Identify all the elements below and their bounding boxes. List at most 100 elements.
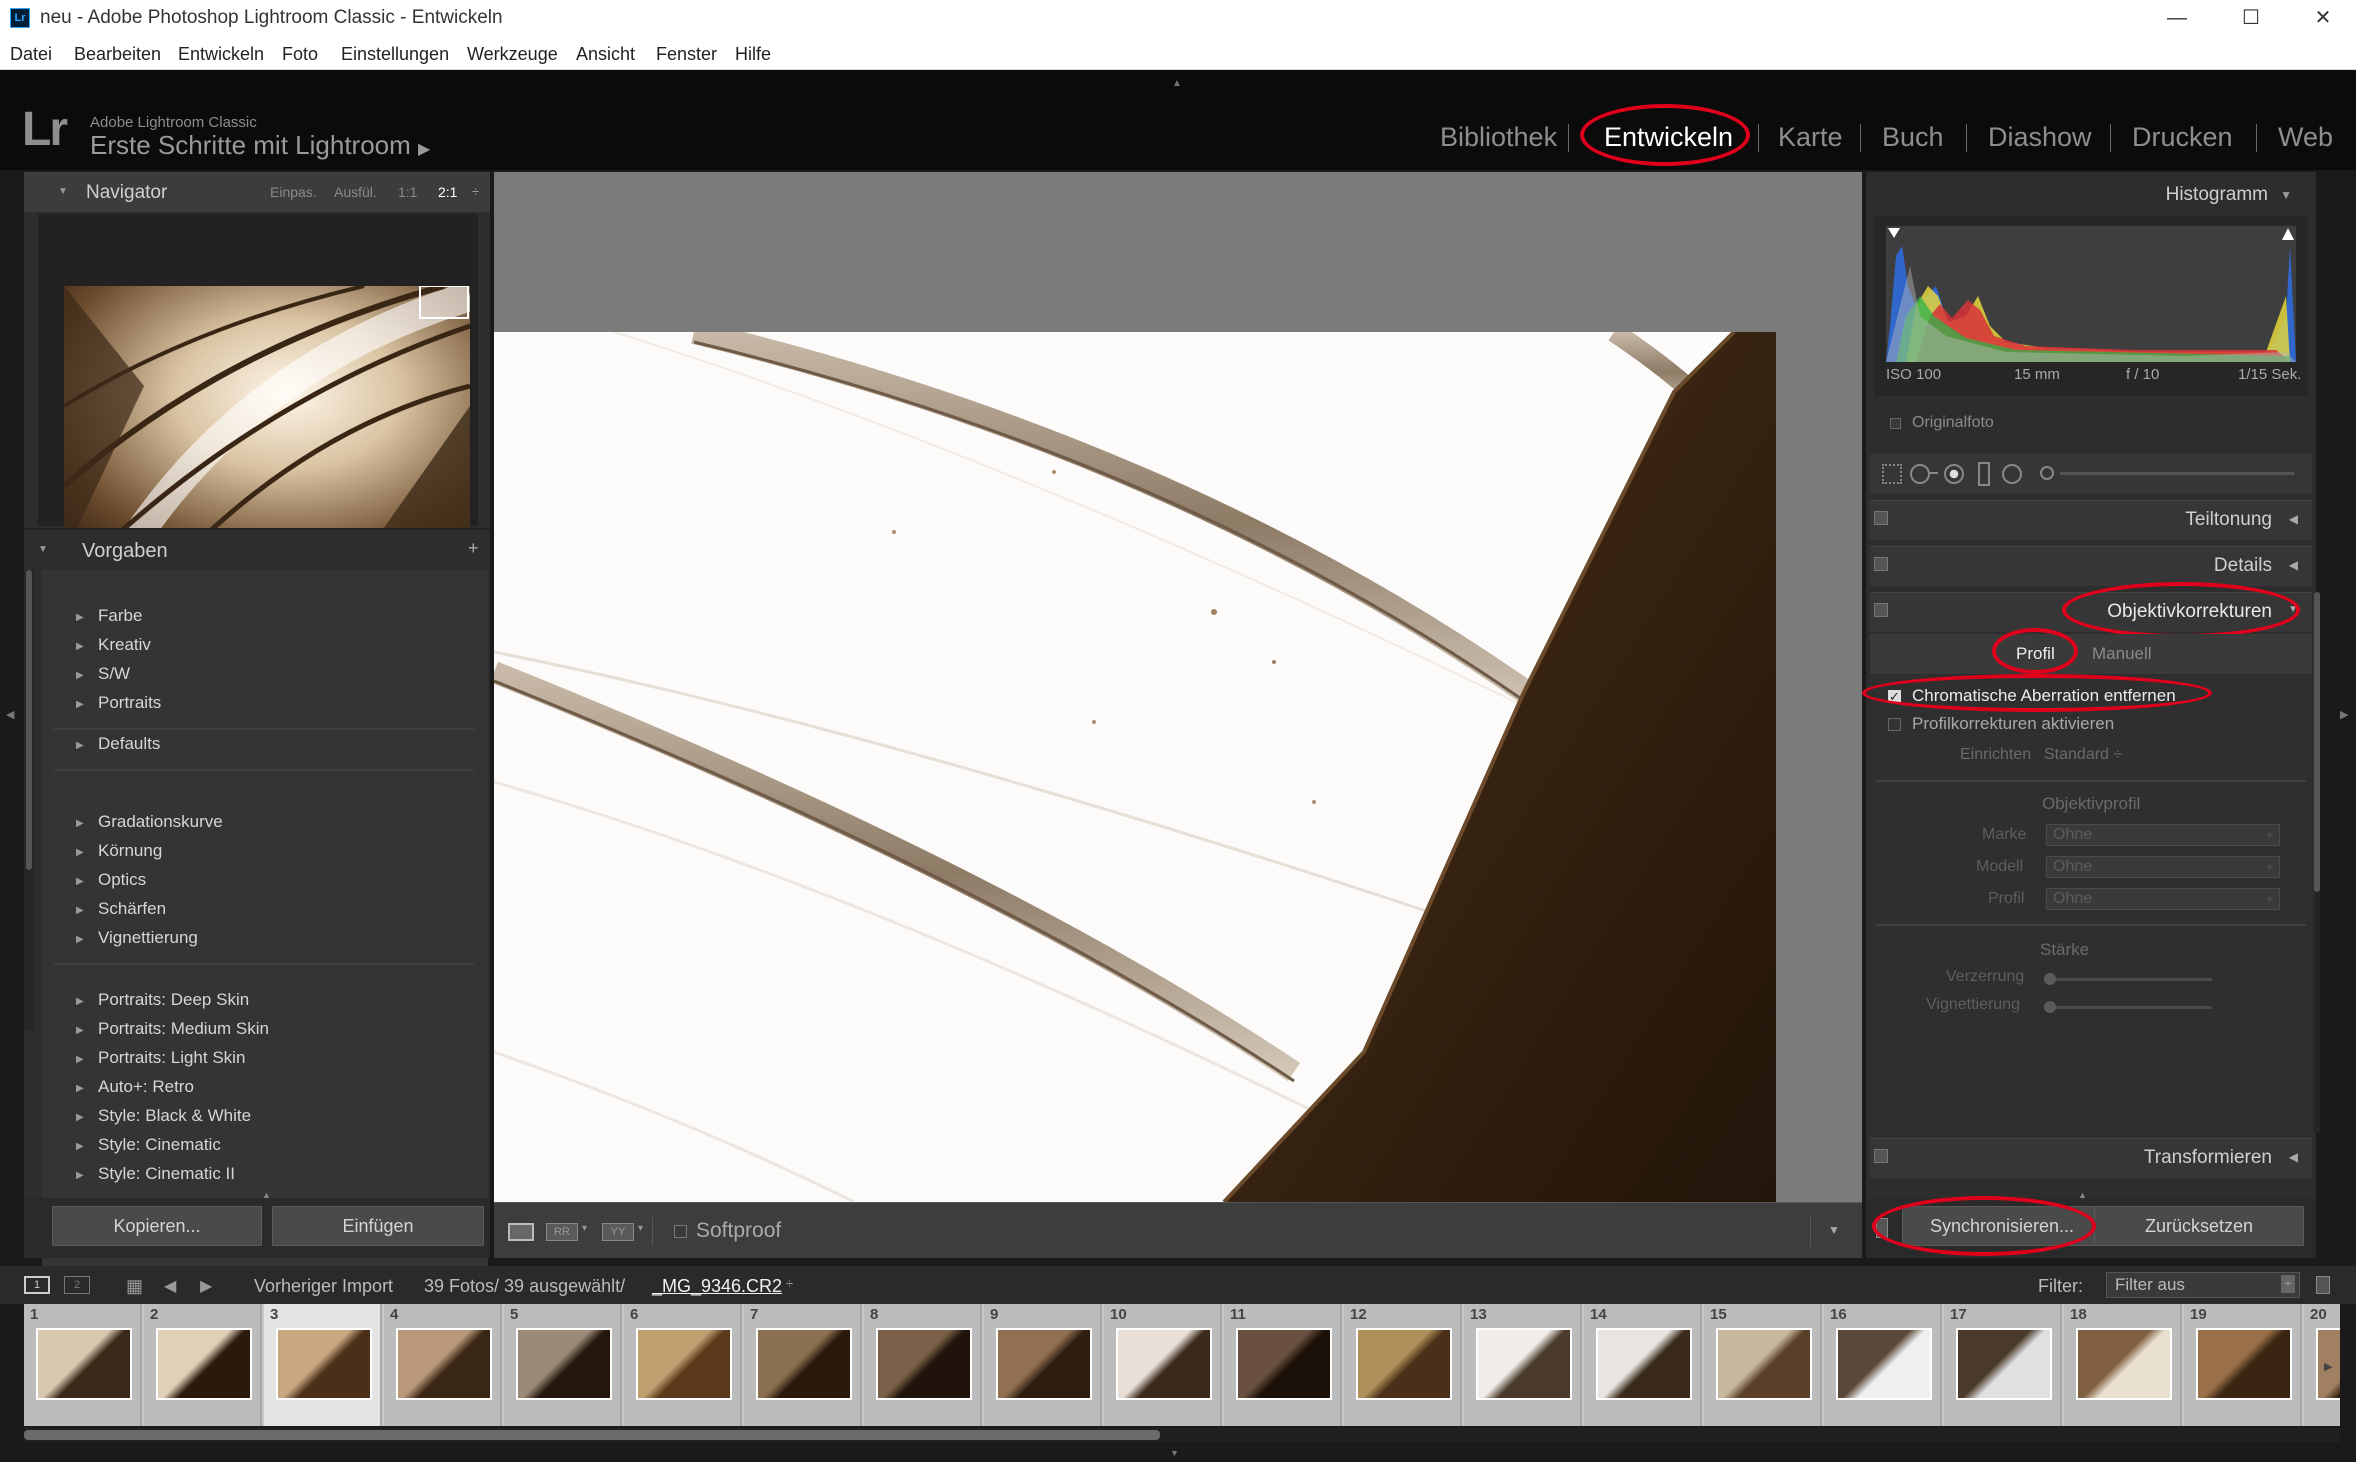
filmstrip-thumbnail[interactable] [1956, 1328, 2052, 1400]
red-eye-icon[interactable] [1944, 464, 1964, 484]
menu-ansicht[interactable]: Ansicht [576, 44, 635, 65]
add-preset-icon[interactable]: + [468, 538, 479, 559]
copy-button[interactable]: Kopieren... [52, 1206, 262, 1246]
filmstrip-scroll-right-icon[interactable]: ▶ [2324, 1360, 2332, 1373]
section-toggle-switch[interactable] [1874, 1149, 1888, 1163]
filmstrip-scroll-thumb[interactable] [24, 1430, 1160, 1440]
filmstrip-cell[interactable]: 18 [2064, 1304, 2182, 1426]
section-toggle-switch[interactable] [1874, 603, 1888, 617]
preset-item[interactable]: Vignettierung [98, 928, 198, 948]
filmstrip-cell[interactable]: 16 [1824, 1304, 1942, 1426]
filmstrip-cell[interactable]: 20 [2304, 1304, 2340, 1426]
crop-tool-icon[interactable] [1882, 464, 1902, 484]
distortion-slider[interactable] [2046, 978, 2212, 981]
filmstrip-thumbnail[interactable] [156, 1328, 252, 1400]
collapse-bottom-icon[interactable]: ▲ [262, 1190, 271, 1200]
zoom-2-1[interactable]: 2:1 [438, 184, 457, 200]
zoom-fill[interactable]: Ausfül. [334, 184, 377, 200]
filmstrip-thumbnail[interactable] [996, 1328, 1092, 1400]
before-after-icon[interactable]: RR [546, 1223, 578, 1241]
section-toggle-switch[interactable] [1874, 511, 1888, 525]
minimize-icon[interactable]: — [2152, 4, 2202, 32]
preset-item[interactable]: Portraits [98, 693, 161, 713]
filmstrip-cell[interactable]: 1 [24, 1304, 142, 1426]
preset-item[interactable]: Style: Black & White [98, 1106, 251, 1126]
module-bibliothek[interactable]: Bibliothek [1440, 122, 1557, 153]
graduated-filter-icon[interactable] [1978, 462, 1990, 486]
filmstrip-thumbnail[interactable] [2196, 1328, 2292, 1400]
presets-header[interactable]: ▼ Vorgaben + [24, 528, 490, 568]
section-transform[interactable]: Transformieren ◀ [1870, 1138, 2312, 1178]
preset-item[interactable]: Optics [98, 870, 146, 890]
histogram-header[interactable]: Histogramm ▼ [1866, 172, 2316, 212]
maximize-icon[interactable]: ☐ [2226, 4, 2276, 32]
section-split-toning[interactable]: Teiltonung ◀ [1870, 500, 2312, 540]
filmstrip-cell[interactable]: 5 [504, 1304, 622, 1426]
filmstrip-thumbnail[interactable] [1356, 1328, 1452, 1400]
original-photo-checkbox[interactable] [1890, 418, 1901, 429]
brush-size-track[interactable] [2060, 472, 2294, 475]
filmstrip-thumbnail[interactable] [1116, 1328, 1212, 1400]
tab-manual[interactable]: Manuell [2092, 644, 2152, 664]
menu-fenster[interactable]: Fenster [656, 44, 717, 65]
screen-2-button[interactable]: 2 [64, 1276, 90, 1294]
filmstrip-thumbnail[interactable] [276, 1328, 372, 1400]
loupe-view[interactable] [494, 172, 1862, 1202]
module-web[interactable]: Web [2278, 122, 2333, 153]
preset-item[interactable]: S/W [98, 664, 130, 684]
loupe-view-icon[interactable] [508, 1223, 534, 1241]
setup-value[interactable]: Standard ÷ [2044, 746, 2122, 764]
vignetting-slider[interactable] [2046, 1006, 2212, 1009]
right-scrollbar[interactable] [2314, 592, 2320, 1132]
histogram-chart[interactable] [1886, 226, 2296, 362]
make-select[interactable]: Ohne ÷ [2046, 824, 2280, 846]
collapse-right-icon[interactable]: ▶ [2340, 708, 2348, 721]
preset-item[interactable]: Style: Cinematic [98, 1135, 221, 1155]
preset-item[interactable]: Portraits: Deep Skin [98, 990, 249, 1010]
distortion-knob[interactable] [2044, 973, 2056, 985]
vignetting-knob[interactable] [2044, 1001, 2056, 1013]
toolbar-options-icon[interactable]: ▼ [1828, 1223, 1840, 1237]
menu-einstellungen[interactable]: Einstellungen [341, 44, 449, 65]
filmstrip-thumbnail[interactable] [1716, 1328, 1812, 1400]
filmstrip-thumbnail[interactable] [756, 1328, 852, 1400]
filmstrip-thumbnail[interactable] [1476, 1328, 1572, 1400]
zoom-1-1[interactable]: 1:1 [398, 184, 417, 200]
screen-1-button[interactable]: 1 [24, 1276, 50, 1294]
profile-corrections-checkbox[interactable] [1888, 718, 1901, 731]
preset-item[interactable]: Auto+: Retro [98, 1077, 194, 1097]
section-details[interactable]: Details ◀ [1870, 546, 2312, 586]
collapse-bottom-icon[interactable]: ▲ [2078, 1190, 2087, 1200]
zoom-fit[interactable]: Einpas. [270, 184, 317, 200]
filmstrip-thumbnail[interactable] [516, 1328, 612, 1400]
filmstrip-cell[interactable]: 6 [624, 1304, 742, 1426]
preset-item[interactable]: Körnung [98, 841, 162, 861]
menu-hilfe[interactable]: Hilfe [735, 44, 771, 65]
filename-arrow-icon[interactable]: ÷ [786, 1276, 793, 1291]
filmstrip-cell[interactable]: 11 [1224, 1304, 1342, 1426]
menu-werkzeuge[interactable]: Werkzeuge [467, 44, 558, 65]
brush-icon[interactable] [2040, 466, 2054, 480]
navigator-header[interactable]: ▼ Navigator Einpas. Ausfül. 1:1 2:1 ÷ [24, 172, 490, 212]
filmstrip-thumbnail[interactable] [876, 1328, 972, 1400]
collapse-left-icon[interactable]: ◀ [6, 708, 14, 721]
compare-arrow-icon[interactable]: ▾ [638, 1223, 643, 1234]
preset-item[interactable]: Schärfen [98, 899, 166, 919]
filmstrip-cell[interactable]: 2 [144, 1304, 262, 1426]
preset-item[interactable]: Portraits: Light Skin [98, 1048, 245, 1068]
preset-item[interactable]: Farbe [98, 606, 142, 626]
softproof-checkbox[interactable] [674, 1225, 687, 1238]
close-icon[interactable]: ✕ [2298, 4, 2348, 32]
grid-view-icon[interactable]: ▦ [126, 1276, 143, 1297]
radial-filter-icon[interactable] [2002, 464, 2022, 484]
photo-preview[interactable] [494, 332, 1776, 1202]
filmstrip-cell[interactable]: 17 [1944, 1304, 2062, 1426]
menu-bearbeiten[interactable]: Bearbeiten [74, 44, 161, 65]
before-after-arrow-icon[interactable]: ▾ [582, 1223, 587, 1234]
filter-select[interactable]: Filter aus ÷ [2106, 1272, 2300, 1298]
spot-removal-icon[interactable] [1910, 464, 1930, 484]
section-toggle-switch[interactable] [1874, 557, 1888, 571]
preset-item[interactable]: Defaults [98, 734, 160, 754]
reset-button[interactable]: Zurücksetzen [2094, 1206, 2304, 1246]
zoom-more-arrow[interactable]: ÷ [472, 184, 479, 199]
